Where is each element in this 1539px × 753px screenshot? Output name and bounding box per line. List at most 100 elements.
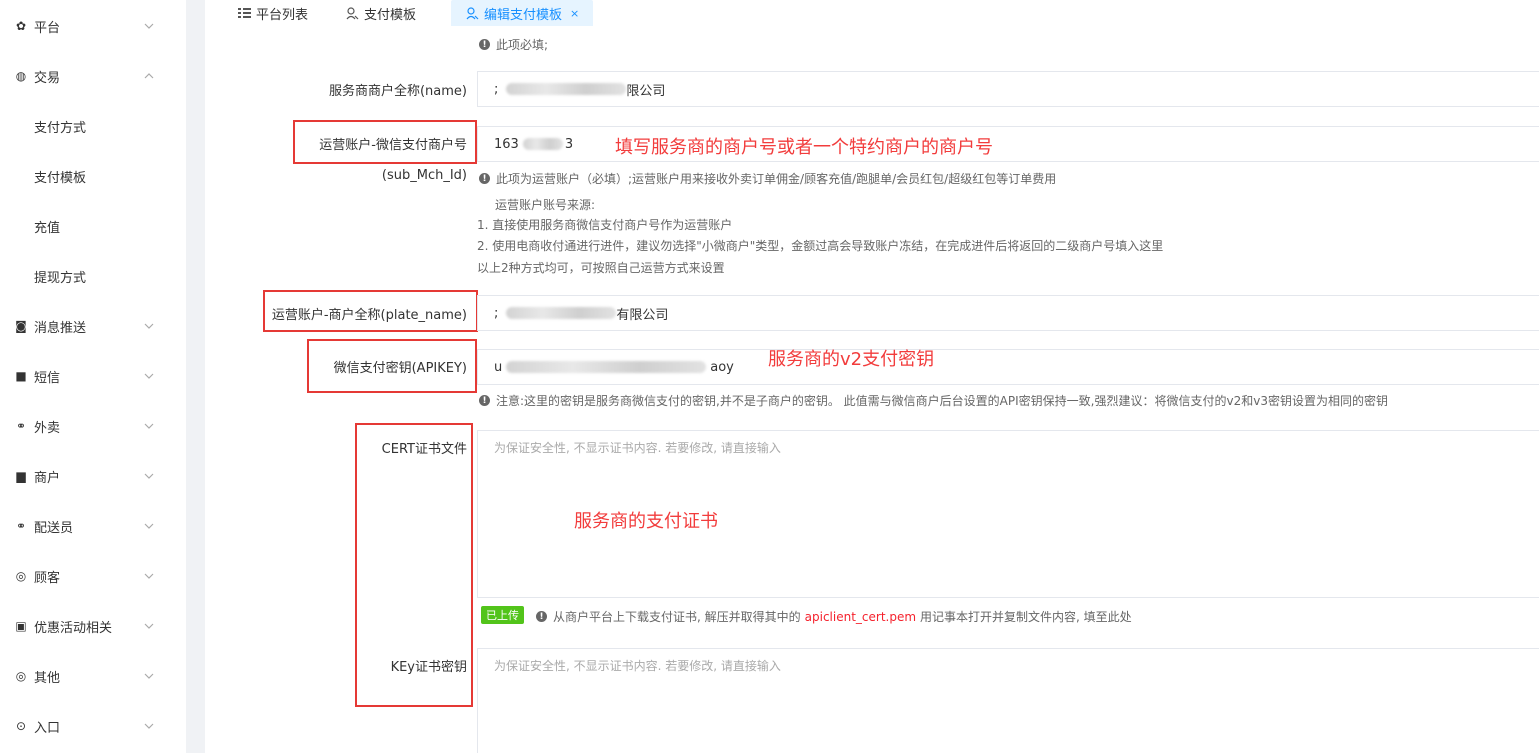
note-line-3: 2. 使用电商收付通进行进件，建议勿选择"小微商户"类型，金额过高会导致账户冻结… <box>477 239 1164 253</box>
shop-icon: ▆ <box>16 469 26 483</box>
rider-icon: ⚭ <box>15 519 27 533</box>
tab-payment-template[interactable]: 支付模板 <box>345 0 416 26</box>
sidebar-item-label: 优惠活动相关 <box>34 620 113 636</box>
sidebar-item-label: 顾客 <box>34 570 61 586</box>
note-line-4: 以上2种方式均可，可按照自己运营方式来设置 <box>477 261 725 275</box>
sidebar-item-takeout[interactable]: ⚭ 外卖 <box>0 408 186 444</box>
sidebar-subitem-payment-method[interactable]: 支付方式 <box>0 108 186 144</box>
layout-gutter <box>186 0 205 753</box>
tab-platform-list[interactable]: 平台列表 <box>237 0 308 26</box>
sidebar-item-label: 其他 <box>34 670 61 686</box>
chevron-down-icon <box>144 423 154 429</box>
form-content: ! 此项必填; 服务商商户全称(name) ; 限公司 运营账户-微信支付商户号… <box>205 26 1539 753</box>
sidebar-item-customer[interactable]: ◎ 顾客 <box>0 558 186 594</box>
placeholder-text: 为保证安全性, 不显示证书内容. 若要修改, 请直接输入 <box>494 441 781 455</box>
cert-filename: apiclient_cert.pem <box>804 609 917 624</box>
info-icon: ! <box>479 395 490 406</box>
blurred-text <box>506 361 707 373</box>
sidebar-subitem-payment-template[interactable]: 支付模板 <box>0 158 186 194</box>
sidebar-item-label: 消息推送 <box>34 320 87 336</box>
more-icon: ◎ <box>15 669 27 683</box>
gift-icon: ▣ <box>15 619 27 633</box>
sidebar-item-trade[interactable]: ◍ 交易 <box>0 58 186 94</box>
user-icon: ◎ <box>15 569 27 583</box>
chevron-down-icon <box>144 723 154 729</box>
sidebar-item-label: 入口 <box>34 720 61 736</box>
name-label: 服务商商户全称(name) <box>328 84 467 99</box>
chevron-down-icon <box>144 623 154 629</box>
chevron-down-icon <box>144 573 154 579</box>
sidebar-subitem-label: 提现方式 <box>34 270 87 286</box>
sidebar-item-platform[interactable]: ✿ 平台 <box>0 8 186 44</box>
sidebar-item-label: 配送员 <box>34 520 74 536</box>
chevron-down-icon <box>144 323 154 329</box>
sidebar-subitem-label: 支付模板 <box>34 170 87 186</box>
list-icon <box>237 6 251 20</box>
uploaded-badge: 已上传 <box>481 606 524 624</box>
highlight-box <box>263 290 478 332</box>
highlight-box <box>293 120 477 164</box>
sidebar-item-label: 短信 <box>34 370 61 386</box>
input-prefix: ; <box>494 305 499 321</box>
tab-label: 平台列表 <box>256 7 309 23</box>
help-text: 此项必填; <box>496 38 549 52</box>
input-suffix: aoy <box>710 359 734 375</box>
chevron-up-icon <box>144 73 154 79</box>
input-prefix: 163 <box>494 136 519 152</box>
sidebar-item-promotions[interactable]: ▣ 优惠活动相关 <box>0 608 186 644</box>
help-apikey: ! 注意:这里的密钥是服务商微信支付的密钥,并不是子商户的密钥。 此值需与微信商… <box>479 392 1388 409</box>
input-suffix: 3 <box>564 136 574 152</box>
input-prefix: u <box>494 359 503 375</box>
entry-icon: ⊙ <box>15 719 27 733</box>
sidebar-subitem-recharge[interactable]: 充值 <box>0 208 186 244</box>
help-text: 从商户平台上下载支付证书, 解压并取得其中的 <box>553 610 801 624</box>
input-suffix: 有限公司 <box>616 307 669 323</box>
bell-icon: ◙ <box>15 319 27 333</box>
key-label: KEy证书密钥 <box>390 660 467 675</box>
plate-name-input[interactable]: ; 有限公司 <box>477 295 1539 331</box>
sidebar-subitem-label: 充值 <box>34 220 61 236</box>
info-icon: ! <box>479 173 490 184</box>
gear-icon: ✿ <box>15 19 27 33</box>
name-input[interactable]: ; 限公司 <box>477 71 1539 107</box>
info-icon: ! <box>536 611 547 622</box>
blurred-text <box>522 138 563 150</box>
sidebar-item-merchant[interactable]: ▆ 商户 <box>0 458 186 494</box>
template-icon <box>465 6 479 20</box>
chevron-down-icon <box>144 473 154 479</box>
bike-icon: ⚭ <box>15 419 27 433</box>
chevron-down-icon <box>144 523 154 529</box>
help-text: 注意:这里的密钥是服务商微信支付的密钥,并不是子商户的密钥。 此值需与微信商户后… <box>496 394 1388 408</box>
input-prefix: ; <box>494 81 499 97</box>
sidebar-subitem-label: 支付方式 <box>34 120 87 136</box>
highlight-box <box>307 339 477 393</box>
tab-edit-payment-template[interactable]: 编辑支付模板 × <box>451 0 594 26</box>
apikey-input[interactable]: u aoy <box>477 349 1539 385</box>
info-icon: ! <box>479 39 490 50</box>
sidebar-subitem-withdraw[interactable]: 提现方式 <box>0 258 186 294</box>
template-icon <box>345 6 359 20</box>
sidebar-item-label: 外卖 <box>34 420 61 436</box>
annotation-sub-mch: 填写服务商的商户号或者一个特约商户的商户号 <box>615 137 993 158</box>
blurred-text <box>506 83 627 95</box>
chevron-down-icon <box>144 373 154 379</box>
help-text: 此项为运营账户（必填）;运营账户用来接收外卖订单佣金/顾客充值/跑腿单/会员红包… <box>496 172 1057 186</box>
note-line-2: 1. 直接使用服务商微信支付商户号作为运营账户 <box>477 218 733 232</box>
close-icon[interactable]: × <box>570 7 579 20</box>
sidebar-item-entry[interactable]: ⊙ 入口 <box>0 708 186 744</box>
sidebar-item-sms[interactable]: ■ 短信 <box>0 358 186 394</box>
sidebar-item-message-push[interactable]: ◙ 消息推送 <box>0 308 186 344</box>
blurred-text <box>506 307 617 319</box>
help-text: 用记事本打开并复制文件内容, 填至此处 <box>920 610 1132 624</box>
placeholder-text: 为保证安全性, 不显示证书内容. 若要修改, 请直接输入 <box>494 659 781 673</box>
sidebar-item-label: 交易 <box>34 70 61 86</box>
key-textarea[interactable]: 为保证安全性, 不显示证书内容. 若要修改, 请直接输入 <box>477 648 1539 753</box>
sidebar: ✿ 平台 ◍ 交易 支付方式 支付模板 充值 提现方式 ◙ 消息推送 ■ 短信 … <box>0 0 186 753</box>
tab-bar: 平台列表 支付模板 编辑支付模板 × <box>205 0 1539 26</box>
sidebar-item-other[interactable]: ◎ 其他 <box>0 658 186 694</box>
sidebar-item-rider[interactable]: ⚭ 配送员 <box>0 508 186 544</box>
sidebar-item-label: 商户 <box>34 470 61 486</box>
message-icon: ■ <box>15 369 27 383</box>
input-suffix: 限公司 <box>626 83 666 99</box>
chevron-down-icon <box>144 23 154 29</box>
